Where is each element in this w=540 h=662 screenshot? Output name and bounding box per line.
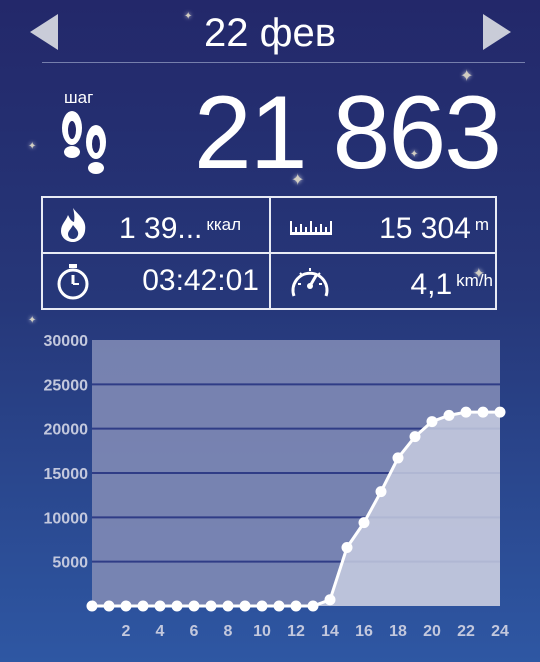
chart-x-tick-label: 24 bbox=[491, 623, 509, 640]
calories-cell: 1 39... ккал bbox=[43, 198, 269, 252]
chart-x-tick-label: 14 bbox=[321, 623, 339, 640]
ruler-icon bbox=[290, 221, 332, 235]
chart-x-tick-label: 12 bbox=[287, 623, 305, 640]
chart-y-tick-label: 15000 bbox=[44, 466, 89, 483]
chart-data-point bbox=[392, 452, 404, 464]
chart-data-point bbox=[426, 416, 438, 428]
chart-x-tick-label: 18 bbox=[389, 623, 407, 640]
chart-y-tick-label: 10000 bbox=[44, 510, 89, 527]
chart-data-point bbox=[273, 600, 285, 612]
chart-x-tick-label: 4 bbox=[156, 623, 165, 640]
chart-x-tick-label: 6 bbox=[190, 623, 199, 640]
header-divider bbox=[42, 62, 525, 63]
speedometer-icon bbox=[291, 268, 329, 297]
duration-cell: 03:42:01 bbox=[43, 254, 269, 308]
chart-data-point bbox=[171, 600, 183, 612]
steps-label: шаг bbox=[64, 88, 94, 107]
flame-icon bbox=[61, 208, 86, 242]
chart-x-tick-label: 20 bbox=[423, 623, 441, 640]
date-title: 22 фев bbox=[203, 11, 336, 55]
stopwatch-icon bbox=[57, 264, 89, 300]
duration-value: 03:42:01 bbox=[142, 264, 259, 297]
chart-x-tick-label: 8 bbox=[224, 623, 233, 640]
chart-data-point bbox=[103, 600, 115, 612]
speed-value: 4,1 bbox=[410, 268, 453, 301]
distance-unit: m bbox=[474, 215, 489, 234]
chart-y-tick-label: 25000 bbox=[44, 377, 89, 394]
chart-y-tick-label: 5000 bbox=[52, 555, 88, 572]
chart-data-point bbox=[239, 600, 251, 612]
chart-data-point bbox=[460, 406, 472, 418]
next-day-button[interactable] bbox=[483, 14, 511, 50]
star-decoration: ✦ bbox=[28, 315, 37, 326]
steps-chart: 5000 10000 15000 20000 25000 30000 2 4 6 8 10 12 14 1… bbox=[0, 330, 540, 662]
steps-count: 21 863 bbox=[193, 75, 502, 191]
chart-data-point bbox=[86, 600, 98, 612]
speed-cell: 4,1 km/h bbox=[271, 254, 497, 308]
chart-data-point bbox=[477, 406, 489, 418]
chart-data-point bbox=[307, 600, 319, 612]
chart-x-tick-label: 2 bbox=[122, 623, 131, 640]
chart-data-point bbox=[494, 406, 506, 418]
calories-unit: ккал bbox=[206, 215, 242, 234]
chart-x-tick-label: 22 bbox=[457, 623, 475, 640]
chart-y-tick-label: 30000 bbox=[44, 333, 89, 350]
stats-grid: 1 39... ккал 15 304 m 03:42:01 4,1 km/h bbox=[41, 196, 497, 310]
chart-data-point bbox=[290, 600, 302, 612]
distance-value: 15 304 bbox=[379, 212, 471, 245]
footprints-icon bbox=[62, 111, 106, 174]
chart-data-point bbox=[222, 600, 234, 612]
chart-x-tick-label: 16 bbox=[355, 623, 373, 640]
chart-data-point bbox=[358, 517, 370, 529]
chart-data-point bbox=[256, 600, 268, 612]
chart-x-tick-label: 10 bbox=[253, 623, 271, 640]
chart-data-point bbox=[443, 409, 455, 421]
chart-y-tick-label: 20000 bbox=[44, 422, 89, 439]
chart-data-point bbox=[341, 541, 353, 553]
steps-chart-svg: 500010000150002000025000300002 4 6 8 10 12 14 1… bbox=[44, 333, 510, 640]
chart-data-point bbox=[205, 600, 217, 612]
chart-data-point bbox=[409, 431, 421, 443]
chart-data-point bbox=[324, 594, 336, 606]
chart-data-point bbox=[375, 486, 387, 498]
star-decoration: ✦ bbox=[28, 141, 37, 152]
chart-data-point bbox=[188, 600, 200, 612]
distance-cell: 15 304 m bbox=[271, 198, 497, 252]
chart-data-point bbox=[120, 600, 132, 612]
calories-value: 1 39... bbox=[119, 212, 203, 245]
speed-unit: km/h bbox=[456, 271, 493, 290]
chart-data-point bbox=[154, 600, 166, 612]
chart-data-point bbox=[137, 600, 149, 612]
